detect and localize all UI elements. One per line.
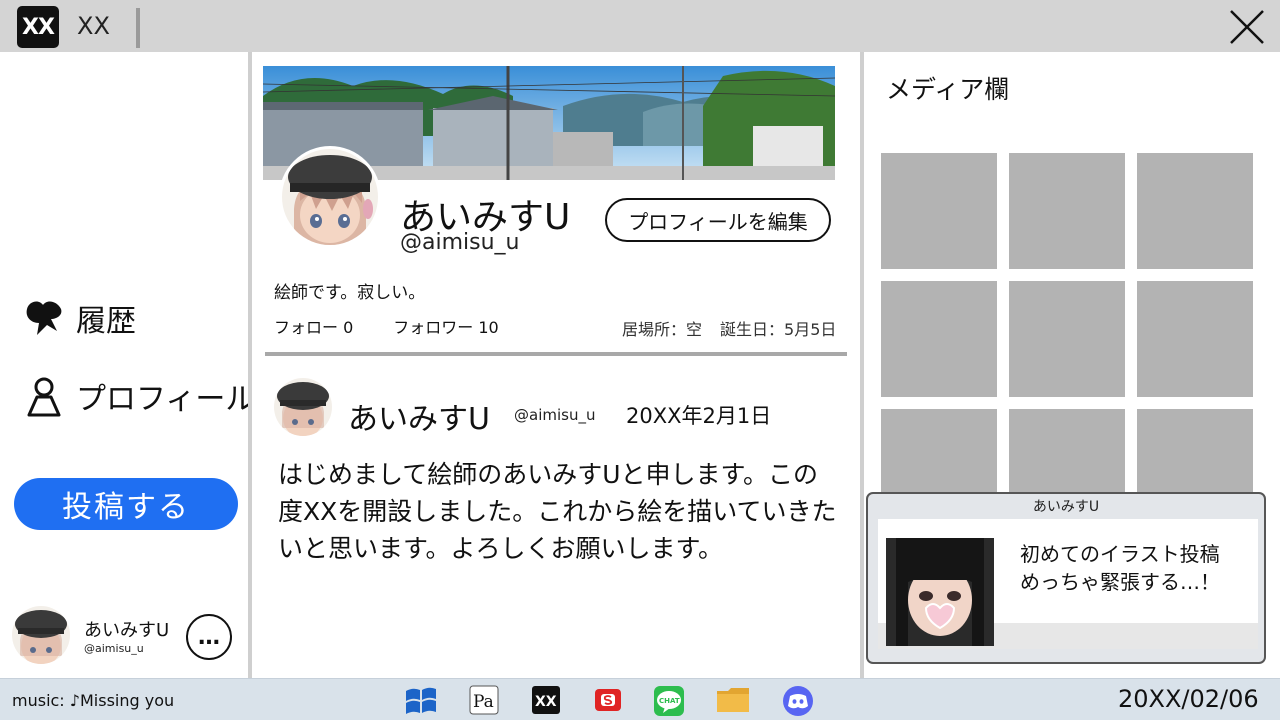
chat-icon[interactable]: CHAT	[653, 685, 684, 716]
discord-icon[interactable]	[782, 685, 813, 716]
media-tile[interactable]	[1137, 153, 1253, 269]
follow-stats: フォロー 0 フォロワー 10	[274, 314, 499, 338]
sidebar-item-label: 履歴	[76, 304, 136, 339]
sidebar-item-profile[interactable]: プロフィール	[22, 374, 255, 418]
profile-meta: 居場所：空 誕生日：5月5日	[622, 316, 836, 340]
divider	[265, 352, 847, 356]
avatar	[12, 606, 70, 664]
media-tile[interactable]	[881, 153, 997, 269]
notification-image	[886, 538, 994, 646]
edit-profile-button[interactable]: プロフィールを編集	[605, 198, 831, 242]
folder-icon[interactable]	[716, 685, 749, 715]
post-author-name: あいみすU	[348, 402, 490, 437]
chat-label: CHAT	[659, 697, 680, 705]
app-logo: XX	[17, 6, 59, 48]
following-count[interactable]: フォロー 0	[274, 314, 353, 338]
taskbar: music: ♪Missing you Pa XX CHAT 20XX/02/0…	[0, 678, 1280, 720]
post-author-handle: @aimisu_u	[514, 406, 596, 424]
media-tile[interactable]	[881, 281, 997, 397]
post-body: はじめまして絵師のあいみすUと申します。この度XXを開設しました。これから絵を描…	[278, 460, 837, 563]
account-handle: @aimisu_u	[84, 642, 144, 655]
username: @aimisu_u	[400, 230, 520, 255]
person-icon	[22, 374, 66, 418]
title-bar: XX XX	[0, 0, 1280, 52]
music-now-playing: music: ♪Missing you	[12, 691, 175, 710]
media-tile[interactable]	[1009, 281, 1125, 397]
pa-editor-icon[interactable]: Pa	[469, 685, 499, 715]
post-button[interactable]: 投稿する	[14, 478, 238, 530]
sidebar-item-label: プロフィール	[76, 382, 256, 417]
notification-popup[interactable]: あいみすU 初めてのイラスト投稿 めっちゃ緊張する…！	[866, 492, 1266, 664]
close-icon[interactable]	[1226, 6, 1268, 48]
account-name: あいみすU	[84, 620, 170, 641]
title-separator	[136, 8, 140, 48]
account-switcher[interactable]: あいみすU @aimisu_u …	[12, 606, 238, 666]
more-options-button[interactable]: …	[186, 614, 232, 660]
post-date: 20XX年2月1日	[626, 404, 772, 428]
s-app-icon[interactable]	[593, 685, 623, 715]
xx-app-label: XX	[535, 694, 557, 710]
profile-bio: 絵師です。寂しい。	[274, 283, 426, 303]
xx-app-icon[interactable]: XX	[531, 685, 561, 715]
pa-editor-label: Pa	[473, 692, 494, 712]
history-bird-icon	[22, 296, 66, 340]
followers-count[interactable]: フォロワー 10	[393, 314, 498, 338]
profile-main: あいみすU @aimisu_u プロフィールを編集 絵師です。寂しい。 フォロー…	[252, 52, 860, 678]
clock: 20XX/02/06	[1118, 685, 1259, 713]
post-avatar[interactable]	[274, 378, 332, 436]
window-title: XX	[77, 12, 110, 40]
profile-avatar[interactable]	[279, 146, 381, 248]
media-tile[interactable]	[1009, 153, 1125, 269]
birthday: 誕生日：5月5日	[720, 320, 837, 339]
notification-line-1: 初めてのイラスト投稿	[1020, 542, 1220, 566]
notification-text: 初めてのイラスト投稿 めっちゃ緊張する…！	[1020, 540, 1220, 596]
media-tile[interactable]	[1137, 281, 1253, 397]
location: 居場所：空	[622, 320, 703, 339]
media-title: メディア欄	[886, 75, 1010, 104]
windows-icon[interactable]	[405, 685, 436, 715]
notification-sender: あいみすU	[1032, 499, 1100, 515]
sidebar: 履歴 プロフィール 投稿する あいみすU @aimisu_u …	[0, 52, 255, 678]
sidebar-item-history[interactable]: 履歴	[22, 296, 136, 340]
notification-line-2: めっちゃ緊張する…！	[1020, 570, 1220, 594]
